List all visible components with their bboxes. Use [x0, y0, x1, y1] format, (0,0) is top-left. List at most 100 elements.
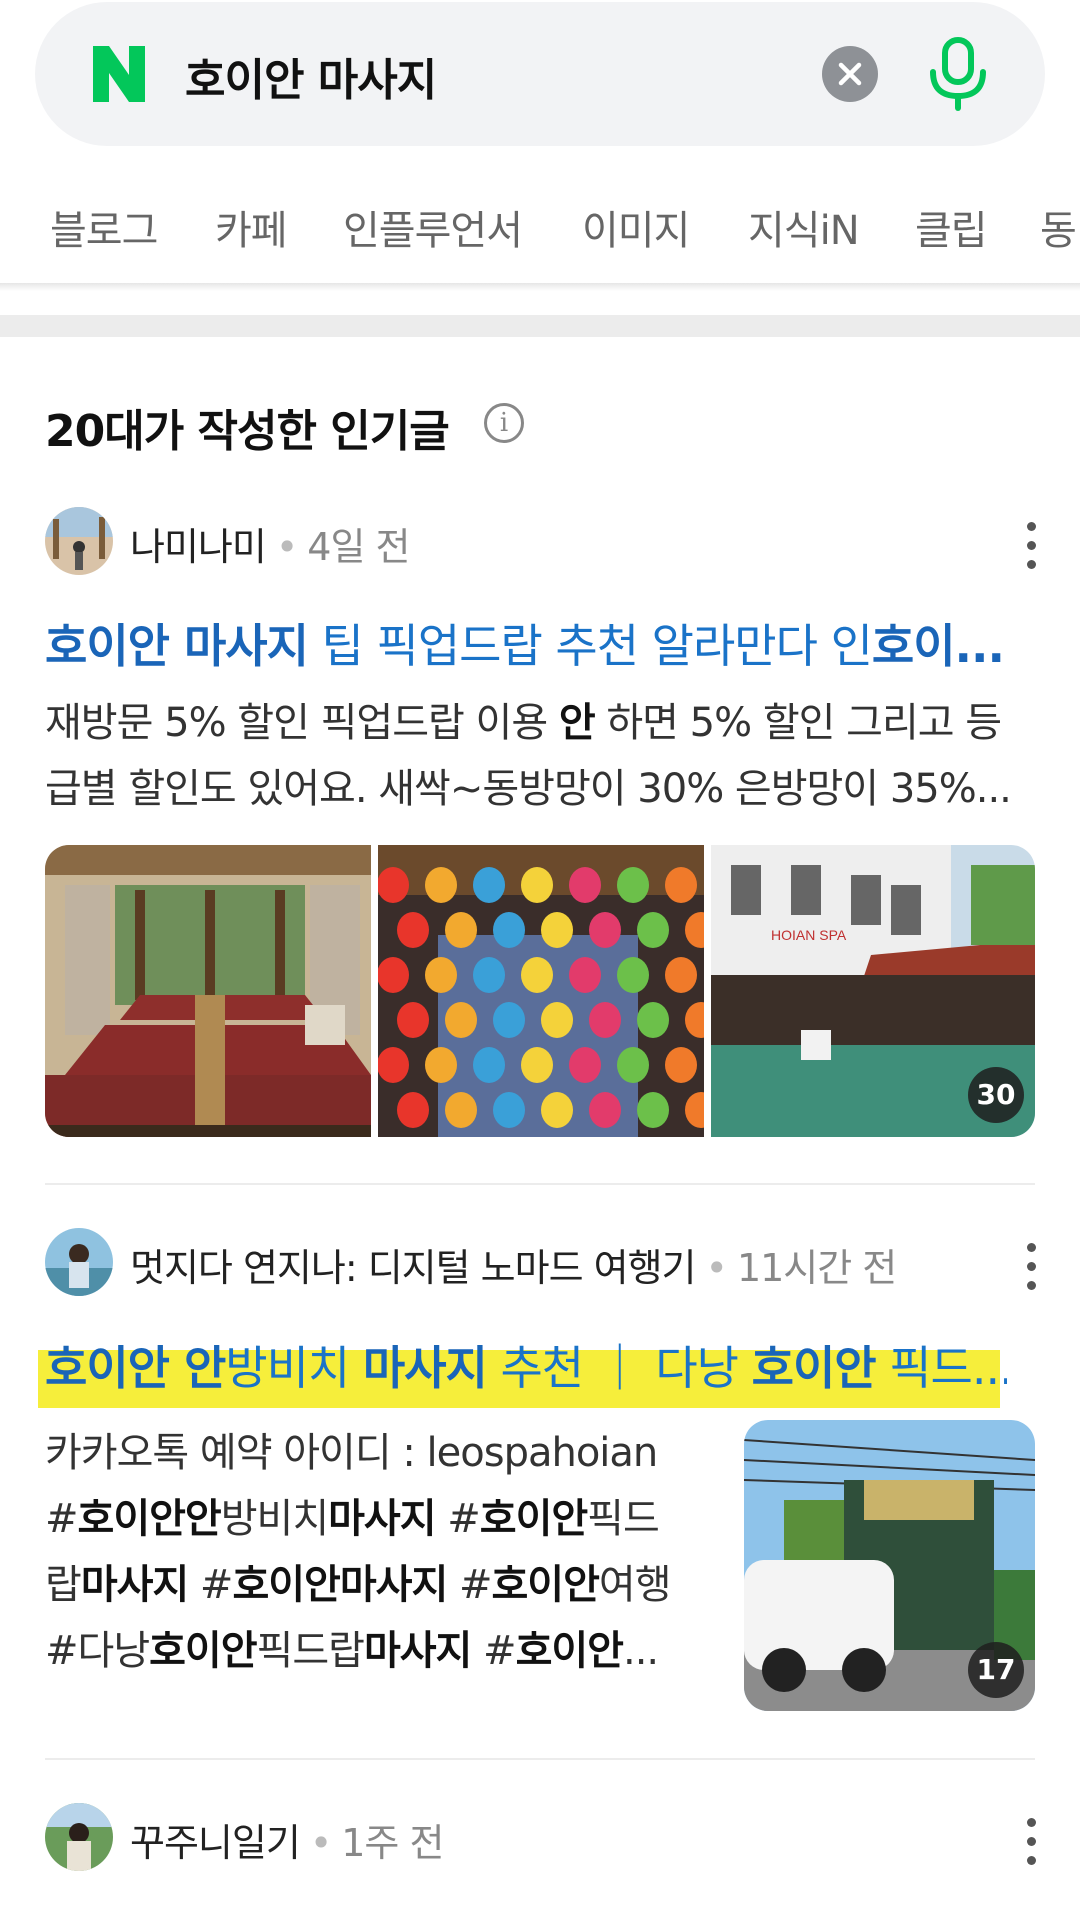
lantern-shape [637, 1002, 669, 1038]
tabbar-shadow [0, 283, 1080, 291]
more-options-icon[interactable] [1025, 522, 1037, 570]
keyword-match: 마사지 [362, 1341, 488, 1395]
text-segment: # [188, 1562, 234, 1608]
more-options-icon[interactable] [1025, 1818, 1037, 1866]
lantern-shape [425, 957, 457, 993]
lantern-shape [665, 1047, 697, 1083]
author-name[interactable]: 꾸주니일기 [130, 1821, 301, 1865]
search-tabs: 블로그 카페 인플루언서 이미지 지식iN 클립 동 [0, 176, 1080, 276]
keyword-match: 호이안마사지 [232, 1562, 448, 1608]
keyword-match: 마사지 [80, 1562, 189, 1608]
lantern-shape [473, 957, 505, 993]
author-name[interactable]: 멋지다 연지나: 디지털 노마드 여행기 [130, 1246, 697, 1290]
keyword-match: 호이안 [491, 1562, 600, 1608]
voice-search-mic-icon[interactable] [923, 36, 993, 112]
text-segment: 랍 [45, 1562, 82, 1608]
post-title[interactable]: 호이안 안방비치 마사지 추천 ｜ 다낭 호이안 픽드... [45, 1332, 1007, 1398]
lantern-shape [541, 1092, 573, 1128]
lantern-shape [397, 912, 429, 948]
post-time: 11시간 전 [736, 1246, 897, 1290]
lantern-shape [521, 957, 553, 993]
author-name[interactable]: 나미나미 [130, 525, 267, 569]
tab-video[interactable]: 동 [1040, 198, 1077, 256]
text-segment: 카카오톡 예약 아이디 : leospahoian [45, 1430, 658, 1476]
lantern-shape [589, 912, 621, 948]
text-segment: 방비치 [220, 1496, 329, 1542]
text-segment: 급별 할인도 있어요. 새싹~동방망이 30% 은방망이 35%... [45, 766, 1012, 812]
post-author[interactable]: 멋지다 연지나: 디지털 노마드 여행기 • 11시간 전 [130, 1237, 897, 1292]
separator-dot: • [705, 1246, 728, 1290]
keyword-match: 마사지 [363, 1628, 472, 1674]
lantern-shape [473, 867, 505, 903]
keyword-match: 호이안 [751, 1341, 877, 1395]
text-segment: 픽드랍 [256, 1628, 365, 1674]
text-segment: 팁 픽업드랍 추천 알라만다 인 [307, 619, 873, 673]
post-author[interactable]: 꾸주니일기 • 1주 전 [130, 1812, 444, 1867]
lantern-shape [493, 1092, 525, 1128]
post-image-spa-room[interactable] [45, 845, 371, 1137]
avatar[interactable] [45, 1803, 113, 1871]
lantern-shape [378, 957, 409, 993]
lantern-shape [445, 1092, 477, 1128]
text-segment: ... [622, 1628, 659, 1674]
lantern-shape [521, 867, 553, 903]
snippet-line: 재방문 5% 할인 픽업드랍 이용 안 하면 5% 할인 그리고 등 [45, 690, 1035, 756]
section-title: 20대가 작성한 인기글 [45, 406, 450, 457]
text-segment: 픽드 [587, 1496, 660, 1542]
lantern-shape [617, 957, 649, 993]
search-input[interactable]: 호이안 마사지 [185, 44, 437, 108]
text-segment: 픽드... [875, 1341, 1007, 1395]
search-bar[interactable]: 호이안 마사지 [35, 2, 1045, 146]
post-image-hoian-spa-building[interactable]: HOIAN SPA 30 [711, 845, 1035, 1137]
image-count-badge: 17 [968, 1642, 1024, 1698]
lantern-shape [445, 912, 477, 948]
clear-search-button[interactable] [822, 46, 878, 102]
post-snippet[interactable]: 카카오톡 예약 아이디 : leospahoian #호이안안방비치마사지 #호이… [45, 1420, 705, 1684]
post-time: 1주 전 [341, 1821, 444, 1865]
tab-influencer[interactable]: 인플루언서 [343, 198, 523, 256]
post-title[interactable]: 호이안 마사지 팁 픽업드랍 추천 알라만다 인호이... [45, 610, 1025, 676]
lantern-shape [493, 1002, 525, 1038]
tab-clip[interactable]: 클립 [915, 198, 988, 256]
post-separator [45, 1183, 1035, 1185]
tab-cafe[interactable]: 카페 [215, 198, 288, 256]
lantern-shape [617, 867, 649, 903]
info-icon[interactable]: i [484, 403, 524, 443]
keyword-match: 안 [558, 700, 596, 746]
post-image-spa-storefront[interactable]: 17 [744, 1420, 1035, 1711]
snippet-line: #호이안안방비치마사지 #호이안픽드 [45, 1486, 705, 1552]
text-segment: 방비치 [225, 1341, 363, 1395]
lantern-shape [397, 1002, 429, 1038]
avatar[interactable] [45, 1228, 113, 1296]
more-options-icon[interactable] [1025, 1243, 1037, 1291]
snippet-line: 랍마사지 #호이안마사지 #호이안여행 [45, 1552, 705, 1618]
snippet-line: 카카오톡 예약 아이디 : leospahoian [45, 1420, 705, 1486]
keyword-match: 호이안 [479, 1496, 588, 1542]
tab-knowledge-in[interactable]: 지식iN [748, 198, 860, 256]
lantern-shape [445, 1002, 477, 1038]
separator-dot: • [275, 525, 298, 569]
text-segment: 하면 5% 할인 그리고 등 [594, 700, 1002, 746]
post-separator [45, 1758, 1035, 1760]
snippet-line: #다낭호이안픽드랍마사지 #호이안... [45, 1618, 705, 1684]
keyword-match: 호이안 [515, 1628, 624, 1674]
naver-logo-icon[interactable] [87, 42, 151, 106]
spa-sign-text: HOIAN SPA [771, 927, 847, 943]
tab-blog[interactable]: 블로그 [50, 198, 158, 256]
post-author[interactable]: 나미나미 • 4일 전 [130, 516, 410, 571]
tab-image[interactable]: 이미지 [582, 198, 690, 256]
lantern-shape [493, 912, 525, 948]
section-divider [0, 315, 1080, 337]
post-snippet[interactable]: 재방문 5% 할인 픽업드랍 이용 안 하면 5% 할인 그리고 등급별 할인도… [45, 690, 1035, 822]
avatar[interactable] [45, 507, 113, 575]
post-image-lanterns[interactable] [378, 845, 704, 1137]
post-time: 4일 전 [307, 525, 410, 569]
lantern-shape [541, 1002, 573, 1038]
lantern-shape [637, 912, 669, 948]
keyword-match: 호이안안 [77, 1496, 222, 1542]
lantern-shape [665, 957, 697, 993]
lantern-shape [617, 1047, 649, 1083]
close-icon [838, 62, 862, 86]
keyword-match: 마사지 [328, 1496, 436, 1542]
lantern-shape [521, 1047, 553, 1083]
